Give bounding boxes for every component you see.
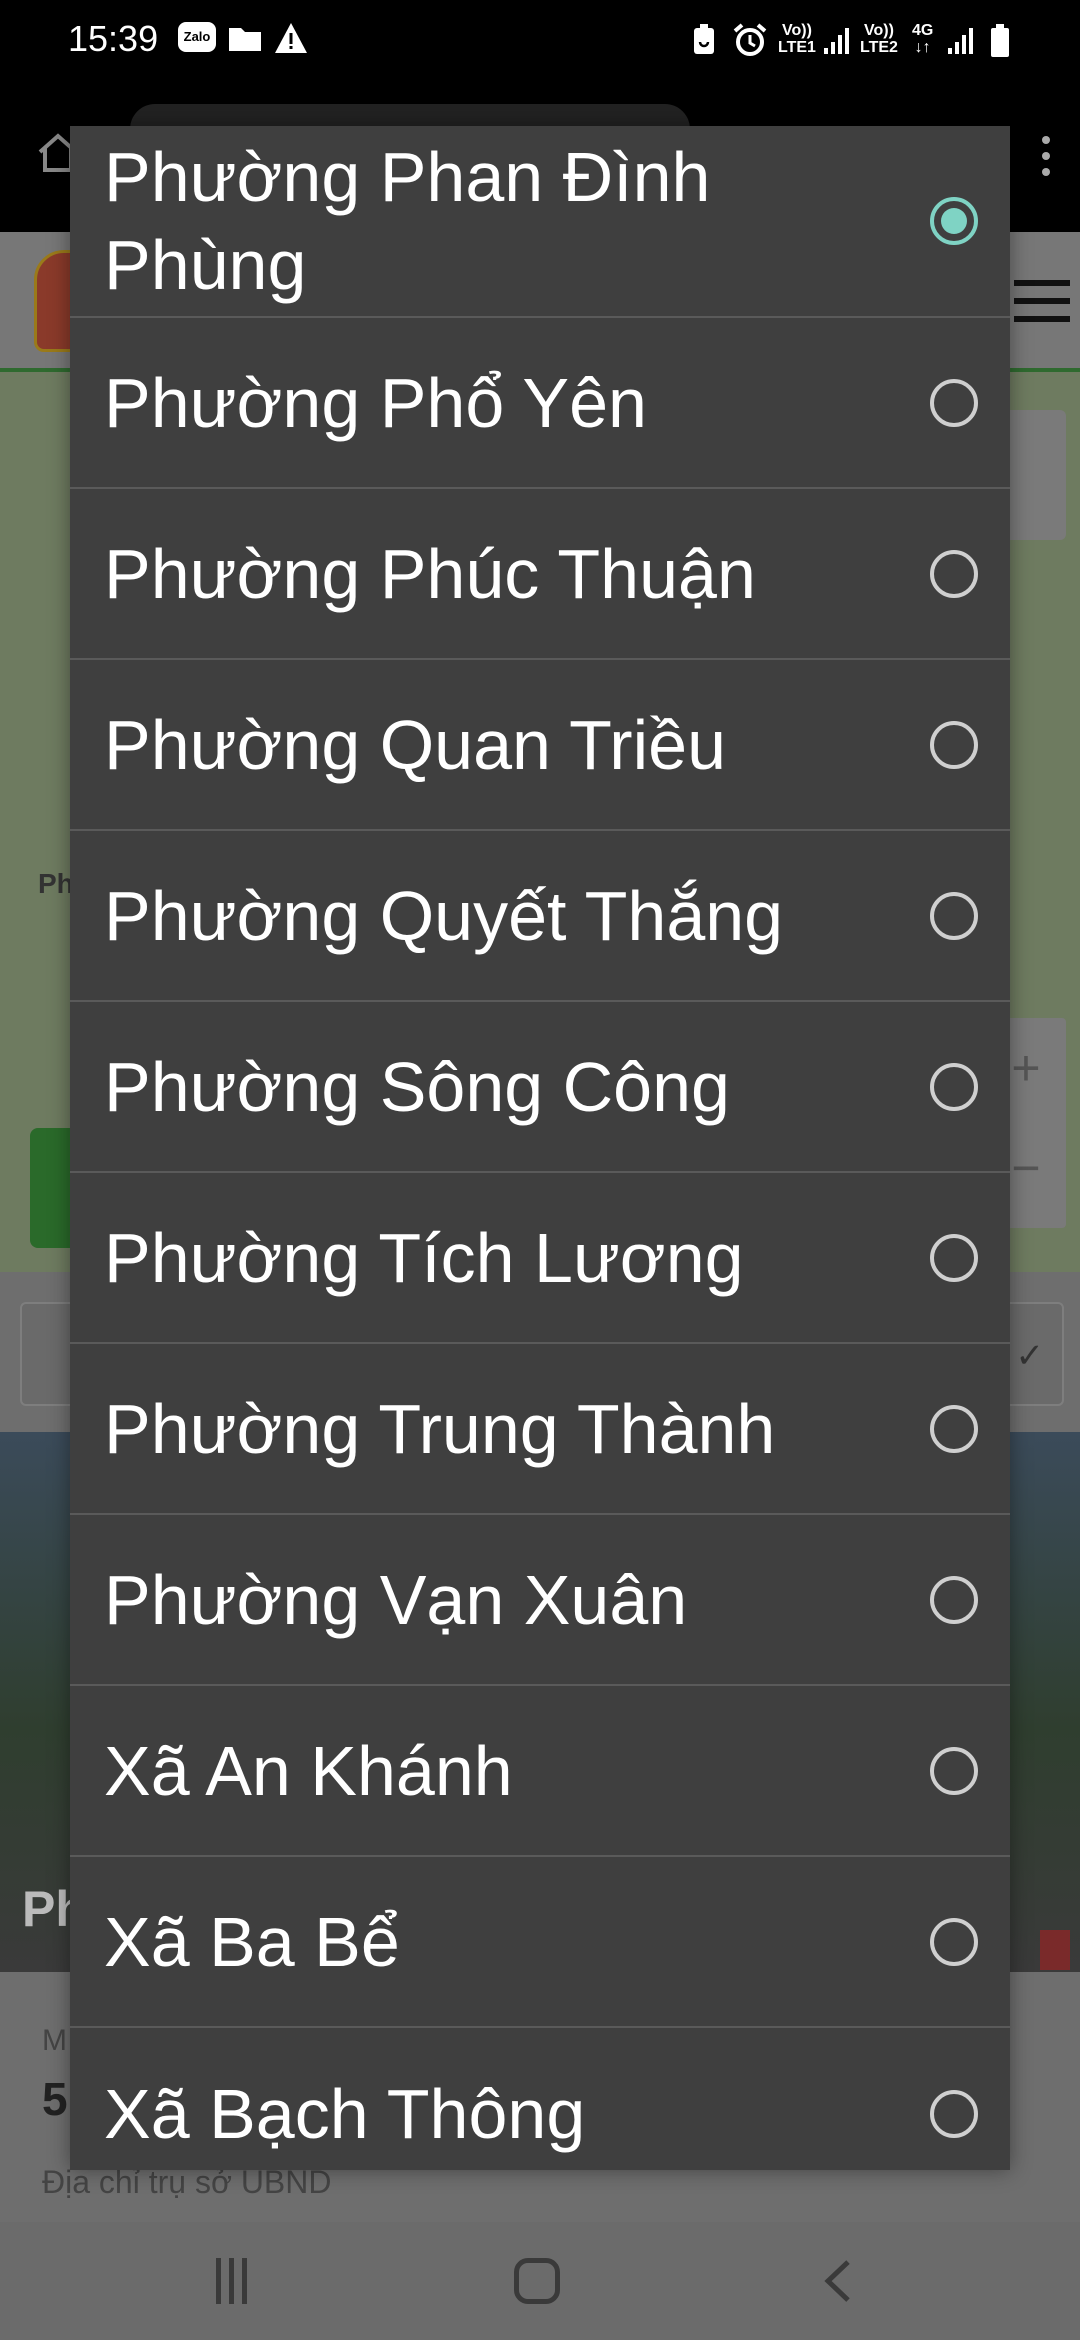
sim1-label: Vo)) LTE1 — [778, 22, 816, 56]
warning-icon — [275, 23, 307, 53]
radio-selected-icon[interactable] — [930, 197, 978, 245]
option-label: Phường Phan Đình Phùng — [104, 138, 711, 304]
option-label: Xã An Khánh — [104, 1731, 513, 1810]
sim1-volte: Vo)) — [782, 22, 812, 39]
option-label: Xã Ba Bể — [104, 1902, 400, 1981]
radio-icon[interactable] — [930, 1404, 978, 1453]
home-button[interactable] — [514, 2258, 560, 2304]
back-button[interactable] — [822, 2258, 852, 2304]
status-time: 15:39 — [68, 18, 159, 59]
radio-icon[interactable] — [930, 891, 978, 940]
option-label: Phường Tích Lương — [104, 1218, 744, 1297]
option-quan-trieu[interactable]: Phường Quan Triều — [70, 660, 1010, 831]
zalo-icon: Zalo — [178, 22, 216, 52]
option-label: Phường Quan Triều — [104, 705, 727, 784]
radio-icon[interactable] — [930, 1746, 978, 1795]
sim2-volte: Vo)) — [864, 22, 894, 39]
signal-icon — [948, 28, 973, 54]
radio-icon[interactable] — [930, 720, 978, 769]
status-bar: 15:39 Zalo Vo)) LTE1 Vo)) LTE2 4G ↓↑ — [0, 0, 1080, 82]
option-an-khanh[interactable]: Xã An Khánh — [70, 1686, 1010, 1857]
radio-icon[interactable] — [930, 1062, 978, 1111]
info-small-text: M — [42, 2024, 67, 2057]
folder-icon — [229, 28, 261, 51]
menu-icon — [1014, 280, 1070, 334]
option-label: Phường Vạn Xuân — [104, 1560, 688, 1639]
signal-icon — [824, 28, 849, 54]
radio-icon[interactable] — [930, 549, 978, 598]
option-label: Phường Trung Thành — [104, 1389, 776, 1468]
sim2-label: Vo)) LTE2 — [860, 22, 898, 56]
radio-icon[interactable] — [930, 2089, 978, 2138]
radio-icon[interactable] — [930, 1917, 978, 1966]
network-type-label: 4G — [912, 22, 934, 39]
option-label: Phường Quyết Thắng — [104, 876, 784, 955]
check-icon: ✓ — [1015, 1337, 1045, 1375]
radio-icon[interactable] — [930, 1575, 978, 1624]
option-song-cong[interactable]: Phường Sông Công — [70, 1002, 1010, 1173]
option-phuc-thuan[interactable]: Phường Phúc Thuận — [70, 489, 1010, 660]
option-label: Phường Phổ Yên — [104, 363, 647, 442]
data-arrows-icon: ↓↑ — [914, 39, 931, 56]
option-label: Phường Phúc Thuận — [104, 534, 756, 613]
option-van-xuan[interactable]: Phường Vạn Xuân — [70, 1515, 1010, 1686]
info-big-text: 5 — [42, 2073, 68, 2125]
battery-icon — [991, 24, 1009, 57]
sim2-lte: LTE2 — [860, 39, 898, 56]
option-tich-luong[interactable]: Phường Tích Lương — [70, 1173, 1010, 1344]
alarm-icon — [733, 23, 767, 56]
radio-icon[interactable] — [930, 1233, 978, 1282]
option-pho-yen[interactable]: Phường Phổ Yên — [70, 318, 1010, 489]
radio-icon[interactable] — [930, 378, 978, 427]
option-bach-thong[interactable]: Xã Bạch Thông — [70, 2028, 1010, 2170]
option-quyet-thang[interactable]: Phường Quyết Thắng — [70, 831, 1010, 1002]
option-label: Phường Sông Công — [104, 1047, 730, 1126]
recents-button[interactable] — [216, 2258, 256, 2304]
option-phan-dinh-phung[interactable]: Phường Phan Đình Phùng — [70, 126, 1010, 318]
option-ba-be[interactable]: Xã Ba Bể — [70, 1857, 1010, 2028]
battery-saver-icon — [694, 24, 714, 54]
sim1-lte: LTE1 — [778, 39, 816, 56]
network-type: 4G ↓↑ — [912, 22, 933, 56]
option-label: Xã Bạch Thông — [104, 2074, 586, 2153]
option-trung-thanh[interactable]: Phường Trung Thành — [70, 1344, 1010, 1515]
ward-selection-dialog: Phường Phan Đình Phùng Phường Phổ Yên Ph… — [70, 126, 1010, 2170]
more-options-icon — [1042, 136, 1052, 184]
red-sign — [1040, 1930, 1070, 1970]
map-label: Ph — [38, 868, 74, 899]
